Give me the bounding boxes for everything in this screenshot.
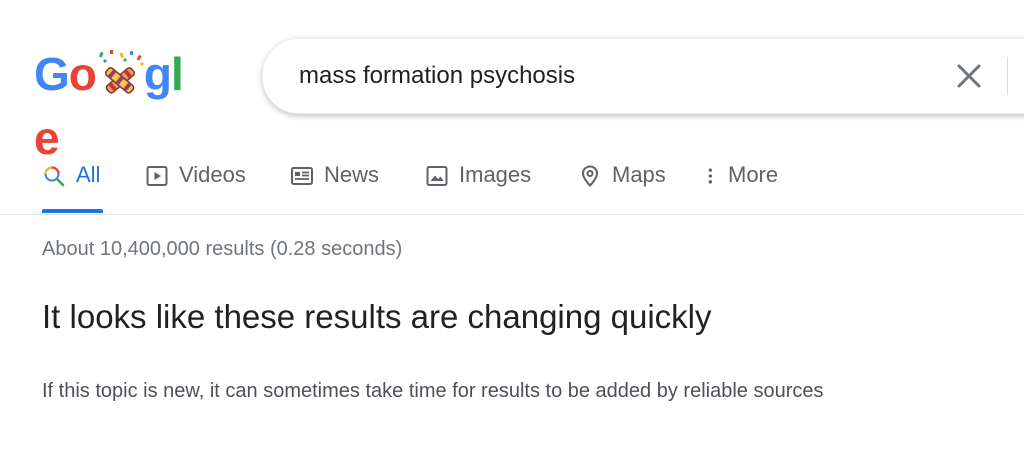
map-pin-icon <box>581 165 599 187</box>
notice-title: It looks like these results are changing… <box>42 298 712 335</box>
notice-body: If this topic is new, it can sometimes t… <box>42 380 824 402</box>
tab-news-label: News <box>324 162 380 187</box>
search-box-divider <box>1007 57 1008 95</box>
play-icon <box>146 166 168 186</box>
tabs-divider <box>0 214 1024 215</box>
clear-search-button[interactable] <box>951 58 987 94</box>
google-doodle-logo[interactable]: Go gle <box>34 42 194 164</box>
logo-letter-l: l <box>171 48 184 100</box>
search-icon <box>44 166 65 187</box>
tab-maps[interactable]: Maps <box>578 162 666 216</box>
logo-letter-o: o <box>68 48 97 100</box>
active-tab-indicator <box>42 209 103 213</box>
tab-maps-label: Maps <box>612 162 666 187</box>
search-input[interactable] <box>299 59 899 93</box>
tab-more[interactable]: More <box>702 162 778 216</box>
search-box[interactable] <box>262 38 1024 114</box>
search-results-page: Go gle mass formation psychosis All Vide… <box>0 0 1024 452</box>
result-stats: About 10,400,000 results (0.28 seconds) <box>42 238 403 260</box>
search-tabs: All Videos News Images Maps More <box>0 150 1024 216</box>
image-icon <box>426 166 448 186</box>
tab-all-label: All <box>76 162 101 187</box>
tab-videos-label: Videos <box>179 162 246 187</box>
logo-letter-g2: g <box>143 48 172 100</box>
tab-more-label: More <box>728 162 779 187</box>
newspaper-icon <box>291 167 313 185</box>
tab-all[interactable]: All <box>42 162 100 216</box>
tab-news[interactable]: News <box>290 162 379 216</box>
tab-videos[interactable]: Videos <box>145 162 246 216</box>
logo-letter-g: G <box>34 48 70 100</box>
close-icon <box>957 64 981 88</box>
more-vert-icon <box>708 168 712 184</box>
tab-images-label: Images <box>459 162 532 187</box>
tab-images[interactable]: Images <box>425 162 531 216</box>
doodle-confetti-icon <box>98 50 144 94</box>
